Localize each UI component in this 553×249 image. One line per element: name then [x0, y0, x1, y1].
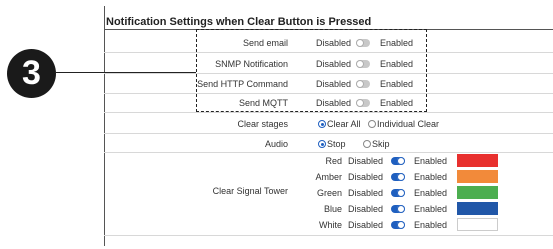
- individual-clear-radio[interactable]: [368, 120, 376, 128]
- tower-blue-swatch: [457, 202, 498, 215]
- tower-red-enabled-text: Enabled: [414, 156, 448, 166]
- tower-blue-enabled-text: Enabled: [414, 204, 448, 214]
- notification-highlight-box: [196, 29, 427, 112]
- signal-tower-label: Clear Signal Tower: [212, 186, 288, 196]
- tower-white-disabled-text: Disabled: [348, 220, 384, 230]
- clear-all-label[interactable]: Clear All: [327, 119, 361, 129]
- tower-amber-disabled-text: Disabled: [348, 172, 384, 182]
- clear-stages-label: Clear stages: [237, 119, 288, 129]
- tower-white-toggle[interactable]: [391, 221, 405, 229]
- tower-color-red-label: Red: [325, 156, 342, 166]
- audio-stop-radio[interactable]: [318, 140, 326, 148]
- tower-red-swatch: [457, 154, 498, 167]
- callout-number-badge: 3: [7, 49, 56, 98]
- tower-color-amber-label: Amber: [315, 172, 342, 182]
- tower-green-disabled-text: Disabled: [348, 188, 384, 198]
- tower-blue-toggle[interactable]: [391, 205, 405, 213]
- tower-white-swatch: [457, 218, 498, 231]
- section-title: Notification Settings when Clear Button …: [106, 16, 372, 28]
- individual-clear-label[interactable]: Individual Clear: [377, 119, 439, 129]
- clear-all-radio[interactable]: [318, 120, 326, 128]
- row-divider: [104, 235, 553, 236]
- tower-color-blue-label: Blue: [323, 204, 342, 214]
- tower-red-toggle[interactable]: [391, 157, 405, 165]
- tower-color-white-label: White: [318, 220, 342, 230]
- tower-green-enabled-text: Enabled: [414, 188, 448, 198]
- tower-blue-disabled-text: Disabled: [348, 204, 384, 214]
- audio-skip-radio[interactable]: [363, 140, 371, 148]
- callout-leader-line: [56, 72, 196, 73]
- tower-amber-toggle[interactable]: [391, 173, 405, 181]
- audio-label: Audio: [264, 139, 288, 149]
- tower-red-disabled-text: Disabled: [348, 156, 384, 166]
- audio-stop-label[interactable]: Stop: [327, 139, 346, 149]
- tower-white-enabled-text: Enabled: [414, 220, 448, 230]
- tower-green-toggle[interactable]: [391, 189, 405, 197]
- tower-green-swatch: [457, 186, 498, 199]
- tower-color-green-label: Green: [316, 188, 342, 198]
- tower-amber-enabled-text: Enabled: [414, 172, 448, 182]
- tower-amber-swatch: [457, 170, 498, 183]
- audio-skip-label[interactable]: Skip: [372, 139, 390, 149]
- row-divider: [104, 152, 553, 153]
- row-divider: [104, 112, 553, 113]
- row-divider: [104, 133, 553, 134]
